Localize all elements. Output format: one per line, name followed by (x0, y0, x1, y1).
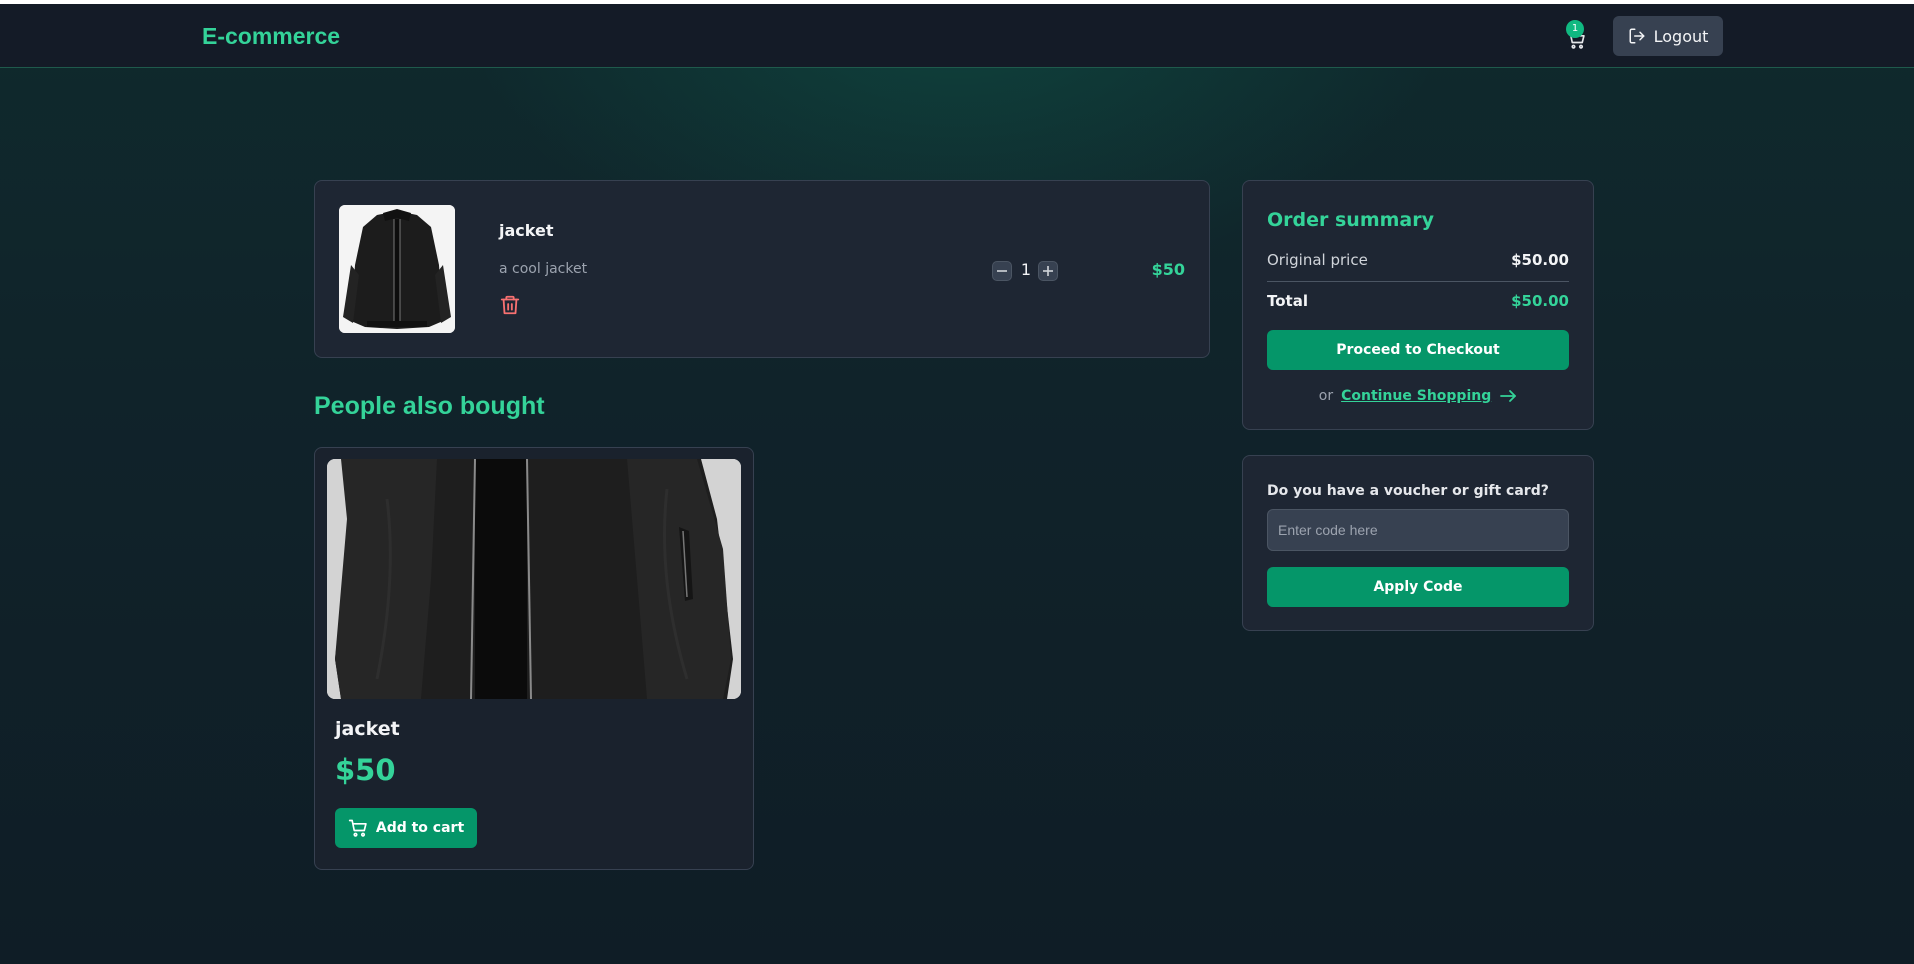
product-name: jacket (335, 718, 400, 740)
cart-item-price: $50 (1151, 260, 1185, 279)
continue-shopping-link[interactable]: Continue Shopping (1341, 388, 1491, 404)
people-also-bought-title: People also bought (314, 392, 545, 420)
trash-icon (500, 295, 520, 315)
or-text: or (1318, 388, 1334, 404)
original-price-label: Original price (1267, 251, 1368, 269)
minus-icon (997, 270, 1007, 272)
cart-icon (348, 819, 367, 837)
logout-icon (1629, 28, 1645, 44)
total-value: $50.00 (1511, 292, 1569, 310)
voucher-code-input[interactable] (1267, 509, 1569, 551)
cart-page: jacket a cool jacket 1 $50 People also b… (0, 0, 1914, 964)
continue-shopping-row: or Continue Shopping (1243, 388, 1593, 404)
cart-item-description: a cool jacket (499, 261, 588, 277)
order-summary-card: Order summary Original price $50.00 Tota… (1242, 180, 1594, 430)
cart-count-badge: 1 (1566, 20, 1584, 38)
cart-item-name: jacket (499, 221, 554, 240)
voucher-card: Do you have a voucher or gift card? Appl… (1242, 455, 1594, 631)
recommended-product-card: jacket $50 Add to cart (314, 447, 754, 870)
original-price-value: $50.00 (1511, 251, 1569, 269)
add-to-cart-button[interactable]: Add to cart (335, 808, 477, 848)
total-label: Total (1267, 292, 1308, 310)
jacket-thumbnail-image[interactable] (339, 205, 455, 333)
add-to-cart-label: Add to cart (375, 820, 465, 836)
product-price: $50 (335, 753, 396, 787)
arrow-right-icon (1500, 390, 1517, 402)
brand-logo[interactable]: E-commerce (202, 23, 340, 50)
quantity-value: 1 (1020, 260, 1032, 279)
plus-icon (1043, 266, 1053, 276)
cart-item: jacket a cool jacket 1 $50 (314, 180, 1210, 358)
summary-divider (1267, 281, 1569, 282)
navbar: E-commerce 1 Logout (0, 4, 1914, 68)
remove-item-button[interactable] (499, 293, 523, 317)
logout-label: Logout (1653, 26, 1709, 46)
order-summary-title: Order summary (1267, 209, 1435, 231)
jacket-product-image (327, 459, 741, 699)
top-edge (0, 0, 1914, 4)
decrease-quantity-button[interactable] (992, 261, 1012, 281)
proceed-to-checkout-button[interactable]: Proceed to Checkout (1267, 330, 1569, 370)
apply-code-button[interactable]: Apply Code (1267, 567, 1569, 607)
voucher-label: Do you have a voucher or gift card? (1267, 483, 1549, 499)
logout-button[interactable]: Logout (1613, 16, 1723, 56)
increase-quantity-button[interactable] (1038, 261, 1058, 281)
cart-button[interactable]: 1 (1560, 20, 1590, 54)
